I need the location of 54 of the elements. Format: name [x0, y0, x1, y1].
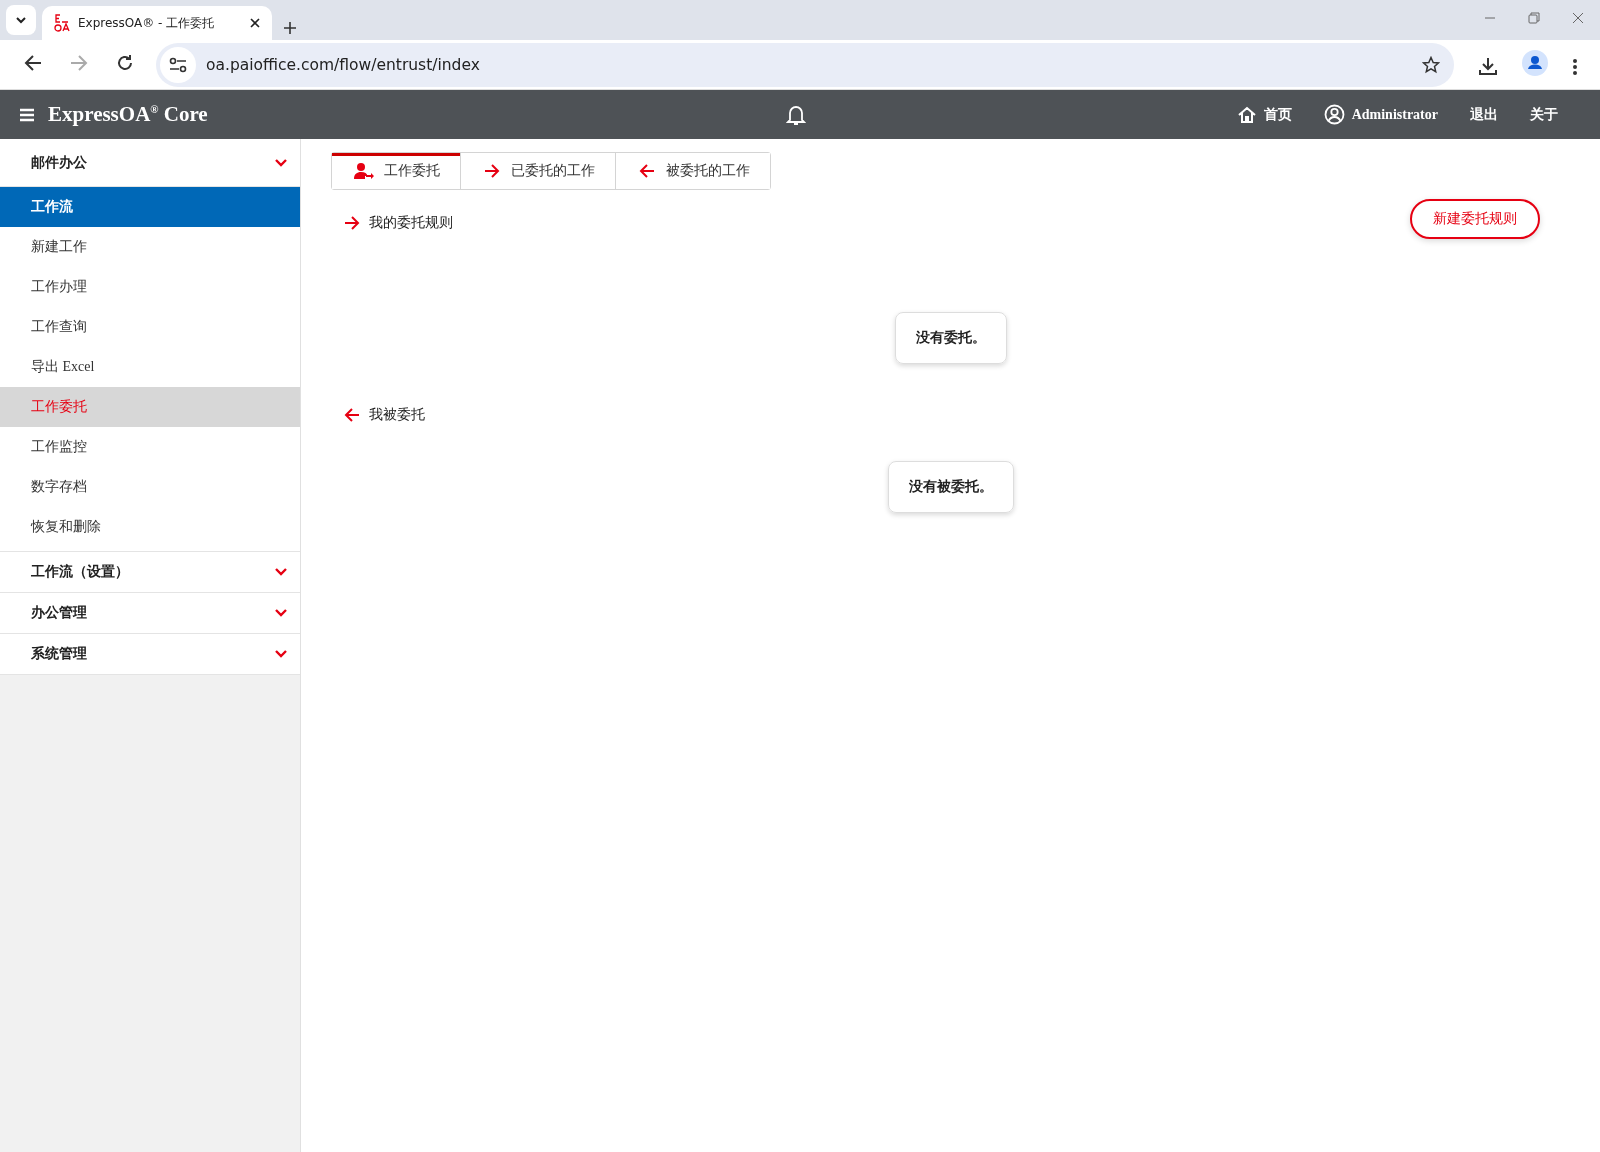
- sidebar-item[interactable]: 工作办理: [0, 267, 300, 307]
- chevron-icon: [274, 649, 288, 659]
- app-logo-text: ExpressOA$^{®}$ Core: [48, 102, 208, 127]
- sidebar-item[interactable]: 数字存档: [0, 467, 300, 507]
- menu-icon[interactable]: [20, 107, 34, 122]
- arrow-right-icon: [343, 214, 361, 232]
- close-icon[interactable]: [250, 18, 260, 28]
- chevron-icon: [274, 157, 288, 168]
- home-icon: [1236, 104, 1257, 125]
- site-settings-icon[interactable]: [169, 56, 187, 73]
- chevron-icon: [274, 567, 288, 577]
- section-title: 我的委托规则: [369, 214, 453, 232]
- favicon-icon: [54, 14, 70, 32]
- sidebar-item[interactable]: 恢复和删除: [0, 507, 300, 547]
- user-icon: [1323, 104, 1345, 125]
- browser-tab[interactable]: ExpressOA® - 工作委托: [42, 6, 272, 40]
- address-bar[interactable]: oa.paioffice.com/flow/entrust/index: [156, 42, 1454, 87]
- menu-icon[interactable]: [1572, 57, 1578, 76]
- chevron-icon: [274, 608, 288, 618]
- section-title: 我被委托: [369, 406, 425, 424]
- arrow-right-icon: [483, 162, 501, 180]
- profile-avatar-icon[interactable]: [1522, 49, 1548, 76]
- sidebar-group-header[interactable]: 工作流（设置）: [0, 551, 300, 593]
- sidebar-item[interactable]: 导出 Excel: [0, 347, 300, 387]
- chevron-icon: [15, 16, 27, 24]
- sidebar-item[interactable]: 工作监控: [0, 427, 300, 467]
- url-text: oa.paioffice.com/flow/entrust/index: [206, 55, 481, 74]
- sidebar-group-header[interactable]: 邮件办公: [0, 138, 300, 187]
- tab[interactable]: 工作委托: [332, 153, 460, 189]
- person-arrow-icon: [354, 162, 374, 180]
- nav-link[interactable]: 退出: [1470, 105, 1498, 124]
- nav-link[interactable]: 首页: [1236, 104, 1292, 125]
- empty-message: 没有委托。: [894, 312, 1007, 364]
- tab-title: ExpressOA® - 工作委托: [78, 14, 216, 32]
- reload-icon[interactable]: [116, 53, 134, 72]
- empty-message: 没有被委托。: [887, 461, 1014, 513]
- tab-list-button[interactable]: [6, 5, 36, 35]
- new-rule-button[interactable]: 新建委托规则: [1410, 199, 1540, 239]
- sidebar-group-header[interactable]: 系统管理: [0, 633, 300, 675]
- sidebar-group-header[interactable]: 办公管理: [0, 592, 300, 634]
- nav-link[interactable]: Administrator: [1323, 104, 1438, 125]
- arrow-left-icon: [638, 162, 656, 180]
- arrow-left-icon: [343, 406, 361, 424]
- nav-link[interactable]: 关于: [1530, 105, 1558, 124]
- new-tab-icon[interactable]: [284, 22, 296, 34]
- back-icon[interactable]: [24, 53, 42, 72]
- tab[interactable]: 被委托的工作: [615, 153, 770, 189]
- sidebar-section[interactable]: 工作流: [0, 187, 300, 227]
- download-icon[interactable]: [1478, 55, 1498, 76]
- restore-icon[interactable]: [1528, 12, 1540, 24]
- bookmark-star-icon[interactable]: [1422, 55, 1440, 74]
- notification-bell-icon[interactable]: [786, 104, 806, 126]
- sidebar-item[interactable]: 工作查询: [0, 307, 300, 347]
- sidebar-item[interactable]: 新建工作: [0, 227, 300, 267]
